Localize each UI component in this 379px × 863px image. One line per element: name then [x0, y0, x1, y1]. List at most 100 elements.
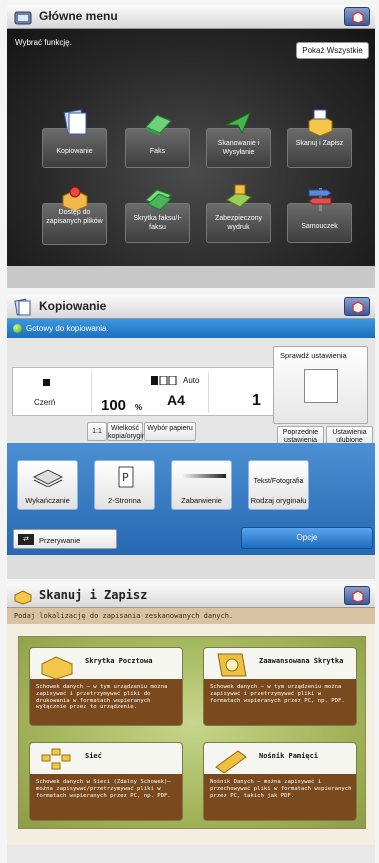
density-button[interactable]: Zabarwienie: [171, 460, 232, 510]
settings-icon: [352, 590, 364, 603]
mail-box-icon: [41, 656, 73, 680]
location-description: Schowek danych w Sieci (Zdalny Schowek)–…: [36, 779, 171, 799]
interrupt-button[interactable]: ⇄ Przerywanie: [13, 529, 117, 549]
svg-text:P: P: [122, 471, 129, 484]
function-scan-store-button[interactable]: Skanuj i Zapisz: [287, 109, 352, 168]
page-title: Skanuj i Zapisz: [39, 588, 148, 602]
function-fax-inbox-button[interactable]: Skrytka faksu/I-faksu: [125, 189, 190, 243]
location-title: Nośnik Pamięci: [259, 752, 319, 760]
copy-screen: Kopiowanie Gotowy do kopiowania. Czerń 1…: [7, 295, 375, 579]
copy-icon: [14, 298, 31, 316]
paper-select-button[interactable]: Wybór papieru: [144, 422, 196, 441]
check-settings-button[interactable]: Sprawdź ustawienia: [273, 346, 368, 424]
paper-tray-icon: [151, 376, 177, 385]
copy-ratio-button[interactable]: Wielkość kopia/oryginał: [107, 422, 151, 441]
scan-store-screen: Skanuj i Zapisz Podaj lokalizację do zap…: [7, 584, 375, 863]
density-label: Zabarwienie: [181, 496, 222, 505]
function-label: Faks: [149, 148, 166, 155]
scan-store-icon: [308, 109, 333, 137]
document-preview-icon: [304, 369, 338, 403]
fax-inbox-icon: [145, 189, 172, 211]
original-type-label: Rodzaj oryginału: [250, 496, 307, 505]
black-mode-icon: [43, 379, 50, 386]
page-title: Główne menu: [39, 9, 118, 23]
function-stored-files-button[interactable]: Dostęp do zapisanych plików: [42, 186, 107, 245]
main-menu-status-bar: [7, 266, 375, 288]
main-menu-header: Główne menu: [7, 5, 375, 29]
secure-print-icon: [226, 184, 252, 208]
location-title: Sieć: [85, 752, 102, 760]
counter-check-button[interactable]: [344, 7, 370, 26]
page-title: Kopiowanie: [39, 299, 107, 313]
network-icon: [41, 748, 71, 770]
zoom-unit: %: [135, 403, 143, 412]
usb-memory-icon: [215, 750, 247, 774]
ratio-1to1-button[interactable]: 1:1: [87, 422, 107, 441]
divider: [91, 372, 92, 413]
scan-store-footer: [7, 845, 375, 863]
function-label: Dostęp do zapisanych plików: [46, 209, 103, 225]
function-label: Kopiowanie: [56, 148, 93, 155]
location-title: Skrytka Pocztowa: [85, 657, 153, 665]
finishing-button[interactable]: Wykańczanie: [17, 460, 78, 510]
function-label: Skanowanie i Wysyłanie: [217, 140, 260, 156]
function-fax-button[interactable]: Faks: [125, 114, 190, 168]
finishing-icon: [32, 469, 64, 487]
counter-check-button[interactable]: [344, 586, 370, 605]
copy-status-bar: Gotowy do kopiowania.: [7, 319, 375, 338]
scan-store-header: Skanuj i Zapisz: [7, 584, 375, 608]
scan-send-icon: [225, 111, 251, 135]
main-menu-screen: Główne menu Wybrać funkcję. Pokaż Wszyst…: [7, 5, 375, 288]
zoom-value: 100: [101, 397, 127, 414]
divider: [208, 372, 209, 413]
home-icon: [14, 11, 32, 25]
fax-icon: [145, 114, 172, 136]
status-ok-icon: [13, 324, 22, 333]
paper-auto-value: Auto: [183, 376, 200, 385]
function-copy-button[interactable]: Kopiowanie: [42, 109, 107, 168]
function-label: Zabezpieczony wydruk: [214, 215, 263, 231]
interrupt-label: Przerywanie: [39, 536, 81, 545]
function-label: Skrytka faksu/I-faksu: [133, 215, 182, 231]
function-label: Samouczek: [301, 223, 338, 230]
two-sided-button[interactable]: P 2-Stronna: [94, 460, 155, 510]
copies-value: 1: [252, 392, 261, 409]
counter-check-button[interactable]: [344, 297, 370, 316]
copy-settings-summary: [12, 367, 279, 416]
function-label: Skanuj i Zapisz: [295, 140, 344, 147]
scan-store-icon: [14, 590, 32, 605]
network-button[interactable]: Sieć Schowek danych w Sieci (Zdalny Scho…: [29, 742, 183, 821]
original-type-value: Tekst/Fotografia: [253, 478, 304, 485]
original-type-button[interactable]: Tekst/Fotografia Rodzaj oryginału: [248, 460, 309, 510]
copy-icon: [63, 109, 87, 135]
scan-store-instruction: Podaj lokalizację do zapisania zeskanowa…: [7, 608, 375, 624]
color-mode-value: Czerń: [34, 398, 56, 407]
location-description: Schowek danych – w tym urządzeniu można …: [210, 684, 345, 704]
finishing-label: Wykańczanie: [25, 496, 70, 505]
advanced-box-icon: [217, 653, 247, 677]
function-prompt: Wybrać funkcję.: [15, 38, 72, 47]
settings-icon: [352, 11, 364, 24]
mail-box-button[interactable]: Skrytka Pocztowa Schowek danych – w tym …: [29, 647, 183, 726]
status-text: Gotowy do kopiowania.: [26, 324, 109, 333]
signpost-icon: [308, 188, 332, 211]
function-tutorial-button[interactable]: Samouczek: [287, 188, 352, 243]
memory-media-button[interactable]: Nośnik Pamięci Nośnik Danych – można zap…: [203, 742, 357, 821]
advanced-box-button[interactable]: Zaawansowana Skrytka Schowek danych – w …: [203, 647, 357, 726]
function-scan-send-button[interactable]: Skanowanie i Wysyłanie: [206, 111, 271, 168]
settings-icon: [352, 301, 364, 314]
interrupt-icon: ⇄: [18, 534, 34, 545]
function-secure-print-button[interactable]: Zabezpieczony wydruk: [206, 184, 271, 243]
location-description: Schowek danych – w tym urządzeniu można …: [36, 684, 168, 711]
paper-size-value: A4: [167, 392, 185, 408]
location-description: Nośnik Danych – można zapisywać i przech…: [210, 779, 352, 799]
copy-bottom-bar: [7, 555, 375, 579]
two-sided-icon: P: [118, 466, 134, 488]
location-title: Zaawansowana Skrytka: [259, 657, 344, 665]
options-button[interactable]: Opcje: [241, 527, 373, 549]
show-all-button[interactable]: Pokaż Wszystkie: [296, 42, 369, 59]
density-slider-icon: [180, 474, 226, 478]
check-settings-label: Sprawdź ustawienia: [280, 351, 347, 360]
copy-header: Kopiowanie: [7, 295, 375, 319]
two-sided-label: 2-Stronna: [108, 496, 141, 505]
